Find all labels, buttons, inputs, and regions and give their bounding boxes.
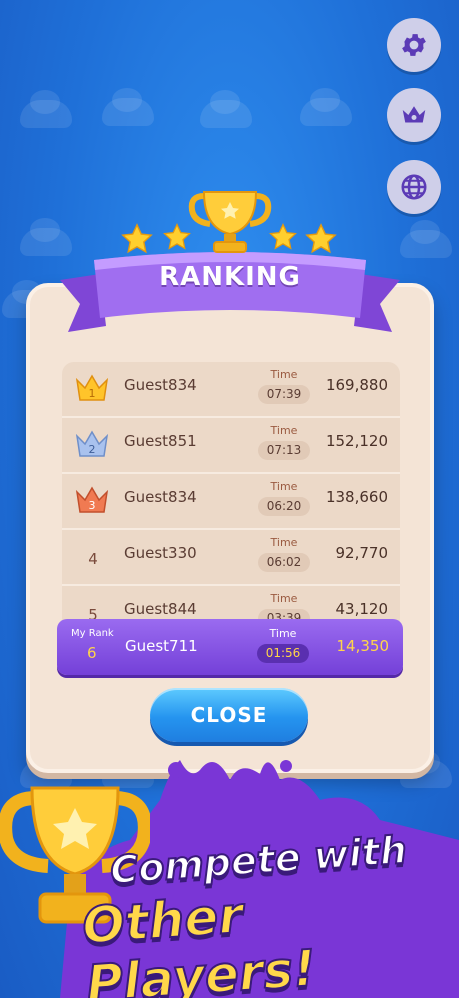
time-label: Time [270, 368, 298, 381]
background-cloud [102, 88, 154, 126]
score: 169,880 [325, 376, 388, 394]
svg-text:3: 3 [89, 499, 96, 512]
score: 152,120 [325, 432, 388, 450]
ranking-button[interactable] [387, 88, 441, 142]
ranking-row: 1 Guest834 Time 07:39 169,880 [62, 362, 400, 418]
time-label: Time [270, 424, 298, 437]
language-button[interactable] [387, 160, 441, 214]
silver-crown-icon: 2 [75, 430, 109, 457]
star-icon [305, 223, 337, 254]
time-label: Time [270, 536, 298, 549]
score: 92,770 [335, 544, 389, 562]
background-cloud [200, 90, 252, 128]
player-name: Guest834 [124, 376, 197, 394]
score: 138,660 [325, 488, 388, 506]
svg-text:2: 2 [89, 443, 96, 456]
player-name: Guest851 [124, 432, 197, 450]
gear-icon [402, 34, 426, 56]
my-rank-label: My Rank [71, 628, 114, 639]
star-icon [121, 223, 153, 254]
my-rank-number: 6 [87, 644, 97, 662]
gold-crown-icon: 1 [75, 374, 109, 401]
ranking-row: 3 Guest834 Time 06:20 138,660 [62, 474, 400, 530]
time-label: Time [270, 592, 298, 605]
page-title: RANKING [159, 262, 301, 292]
background-cloud [300, 88, 352, 126]
close-button[interactable]: CLOSE [150, 688, 308, 742]
background-cloud [400, 220, 452, 258]
time-value: 06:02 [258, 553, 310, 572]
time-value: 07:13 [258, 441, 310, 460]
score: 14,350 [336, 637, 390, 655]
ranking-row: 4 Guest330 Time 06:02 92,770 [62, 530, 400, 586]
bronze-crown-icon: 3 [75, 486, 109, 513]
player-name: Guest330 [124, 544, 197, 562]
time-label: Time [270, 480, 298, 493]
background-cloud [20, 90, 72, 128]
trophy-icon [188, 191, 272, 253]
globe-icon [401, 174, 427, 200]
time-label: Time [269, 627, 297, 640]
crown-icon [402, 106, 426, 123]
ranking-row: 2 Guest851 Time 07:13 152,120 [62, 418, 400, 474]
score: 43,120 [335, 600, 389, 618]
rank-number: 4 [88, 550, 98, 568]
player-name: Guest834 [124, 488, 197, 506]
settings-button[interactable] [387, 18, 441, 72]
player-name: Guest711 [125, 637, 198, 655]
player-name: Guest844 [124, 600, 197, 618]
time-value: 01:56 [257, 644, 309, 663]
my-rank-row: My Rank 6 Guest711 Time 01:56 14,350 [57, 619, 403, 675]
svg-text:1: 1 [89, 387, 96, 400]
time-value: 07:39 [258, 385, 310, 404]
time-value: 06:20 [258, 497, 310, 516]
